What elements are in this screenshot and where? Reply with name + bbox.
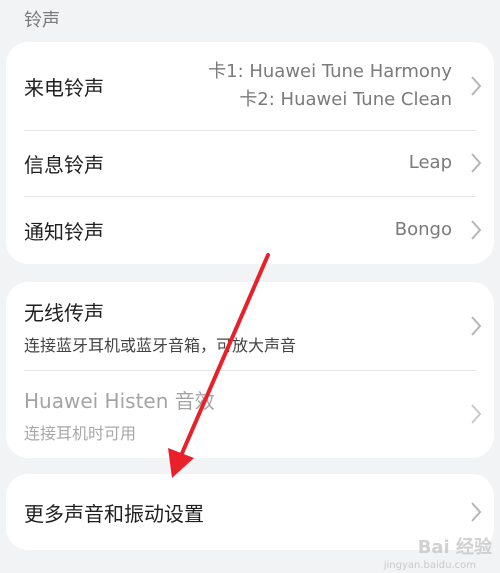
baidu-watermark-url: jingyan.baidu.com — [383, 560, 476, 571]
baidu-watermark-logo: Bai 经验 — [417, 537, 492, 558]
annotation-arrow-icon — [168, 253, 270, 478]
